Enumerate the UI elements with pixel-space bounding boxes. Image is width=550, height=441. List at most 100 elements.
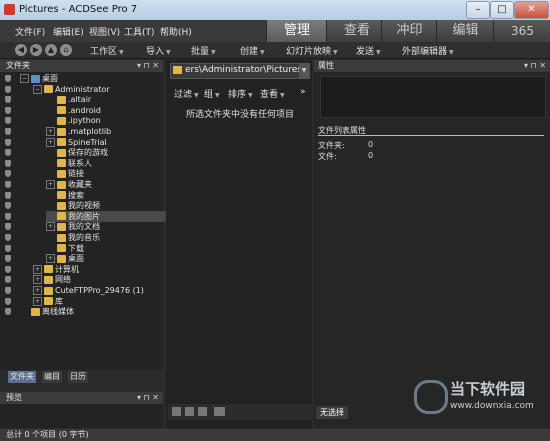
toolbar-external-editor[interactable]: 外部编辑器 ▼: [402, 44, 454, 57]
more-options-icon[interactable]: »: [300, 87, 306, 97]
folders-value: 0: [368, 140, 374, 149]
toolbar-batch[interactable]: 批量 ▼: [191, 44, 216, 57]
sort-button[interactable]: 排序 ▼: [228, 87, 253, 100]
folder-tree-item[interactable]: + 计算机: [33, 264, 79, 275]
path-dropdown-icon[interactable]: ▼: [299, 64, 309, 78]
folder-tree-item[interactable]: 我的图片: [46, 210, 166, 222]
view-mode-button[interactable]: 查看 ▼: [260, 87, 285, 100]
folder-icon: [57, 254, 66, 263]
properties-panel-header: 属性 ▾ ⊓ ✕: [314, 60, 550, 72]
folder-icon: [44, 265, 53, 274]
panel-controls-icon[interactable]: ▾ ⊓ ✕: [137, 392, 159, 404]
folder-tree-item[interactable]: + 收藏夹: [46, 179, 92, 190]
expand-icon[interactable]: +: [33, 275, 42, 285]
rotate-left-icon[interactable]: [172, 407, 181, 416]
shield-icon: [5, 191, 11, 199]
minimize-button[interactable]: –: [466, 1, 490, 19]
path-bar[interactable]: ers\Administrator\Pictures ▼: [170, 63, 310, 79]
filter-button[interactable]: 过滤 ▼: [174, 87, 199, 100]
folder-tree-label: 离线媒体: [42, 307, 74, 317]
folder-tree-item[interactable]: − Administrator: [33, 84, 110, 95]
preview-panel-header: 预览 ▾ ⊓ ✕: [0, 392, 163, 404]
tab-develop[interactable]: 冲印: [381, 20, 437, 42]
toolbar-slideshow[interactable]: 幻灯片放映 ▼: [286, 44, 338, 57]
menu-view[interactable]: 视图(V): [89, 25, 120, 38]
folder-tree-item[interactable]: 链接: [46, 168, 84, 179]
folder-tree-item[interactable]: + CuteFTPPro_29476 (1): [33, 285, 144, 296]
folder-tree-label: 下载: [68, 243, 84, 253]
folder-tree-item[interactable]: .altair: [46, 94, 91, 105]
folder-tree-label: 我的文档: [68, 222, 100, 232]
tab-folders[interactable]: 文件夹: [8, 371, 36, 383]
menu-edit[interactable]: 编辑(E): [53, 25, 84, 38]
properties-preview-box: [320, 76, 546, 118]
folder-tree-item[interactable]: − 桌面: [20, 73, 58, 84]
folder-icon: [57, 138, 66, 147]
group-button[interactable]: 组 ▼: [204, 87, 220, 100]
tab-view[interactable]: 查看: [326, 20, 387, 42]
menu-file[interactable]: 文件(F): [15, 25, 45, 38]
toolbar-send[interactable]: 发送 ▼: [356, 44, 381, 57]
folder-tree-item[interactable]: .android: [46, 105, 101, 116]
tab-no-selection[interactable]: 无选择: [316, 406, 348, 419]
expand-icon[interactable]: +: [46, 127, 55, 136]
panel-controls-icon[interactable]: ▾ ⊓ ✕: [524, 60, 546, 72]
folder-tree-item[interactable]: 离线媒体: [20, 306, 74, 317]
expand-icon[interactable]: +: [46, 254, 55, 264]
folder-icon: [57, 95, 66, 104]
folder-tree-item[interactable]: + SpineTrial: [46, 137, 107, 148]
folder-tree-item[interactable]: + .matplotlib: [46, 126, 111, 137]
forward-arrow-icon[interactable]: ▶: [30, 44, 42, 56]
expand-icon[interactable]: +: [33, 296, 42, 306]
expand-icon[interactable]: +: [33, 264, 42, 274]
thumbnail-size-icon[interactable]: [214, 407, 225, 416]
folder-icon: [44, 275, 53, 284]
shield-icon: [5, 212, 11, 220]
expand-icon[interactable]: +: [46, 180, 55, 189]
folder-tree-item[interactable]: 联系人: [46, 158, 92, 169]
dropdown-arrow-icon: ▼: [166, 49, 171, 56]
folder-icon: [44, 286, 53, 295]
folder-tree-item[interactable]: + 网络: [33, 274, 71, 285]
expand-icon[interactable]: +: [33, 286, 42, 295]
folder-tree-item[interactable]: + 我的文档: [46, 221, 100, 232]
shield-icon: [5, 159, 11, 167]
folder-tree-item[interactable]: 下载: [46, 243, 84, 254]
toolbar-create[interactable]: 创建 ▼: [240, 44, 265, 57]
tab-edit[interactable]: 编辑: [436, 20, 494, 42]
menu-help[interactable]: 帮助(H): [160, 25, 192, 38]
collapse-icon[interactable]: −: [20, 74, 29, 83]
flip-icon[interactable]: [198, 407, 207, 416]
tab-365[interactable]: 365: [493, 20, 550, 42]
folder-tree-item[interactable]: 我的视频: [46, 200, 100, 211]
folder-tree-item[interactable]: + 桌面: [46, 253, 84, 264]
rotate-right-icon[interactable]: [185, 407, 194, 416]
collapse-icon[interactable]: −: [33, 84, 42, 94]
folder-tree-label: 搜索: [68, 190, 84, 200]
shield-icon: [5, 202, 11, 210]
close-window-button[interactable]: ✕: [514, 1, 549, 19]
maximize-button[interactable]: □: [490, 1, 514, 19]
app-window: Pictures - ACDSee Pro 7 – □ ✕ 文件(F) 编辑(E…: [0, 0, 550, 441]
back-arrow-icon[interactable]: ◀: [15, 44, 27, 56]
expand-icon[interactable]: +: [46, 222, 55, 232]
folder-tree-item[interactable]: + 库: [33, 296, 63, 307]
expand-icon[interactable]: +: [46, 137, 55, 147]
folder-panel-header: 文件夹 ▾ ⊓ ✕: [0, 60, 163, 72]
folder-tree-item[interactable]: 搜索: [46, 190, 84, 201]
tab-catalog[interactable]: 编目: [42, 371, 62, 383]
folder-tree-item[interactable]: 我的音乐: [46, 232, 100, 243]
dropdown-arrow-icon: ▼: [260, 49, 265, 56]
folder-tree-item[interactable]: 保存的游戏: [46, 147, 108, 158]
toolbar-workspace[interactable]: 工作区 ▼: [90, 44, 124, 57]
tab-manage[interactable]: 管理: [266, 20, 327, 42]
panel-controls-icon[interactable]: ▾ ⊓ ✕: [137, 60, 159, 72]
tab-calendar[interactable]: 日历: [68, 371, 88, 383]
menu-tools[interactable]: 工具(T): [124, 25, 155, 38]
toolbar-import[interactable]: 导入 ▼: [146, 44, 171, 57]
folder-tree-label: CuteFTPPro_29476 (1): [55, 286, 144, 295]
dropdown-arrow-icon: ▼: [280, 92, 285, 99]
up-arrow-icon[interactable]: ▲: [45, 44, 57, 56]
folder-tree-item[interactable]: .ipython: [46, 115, 101, 126]
home-icon[interactable]: ⌂: [60, 44, 72, 56]
